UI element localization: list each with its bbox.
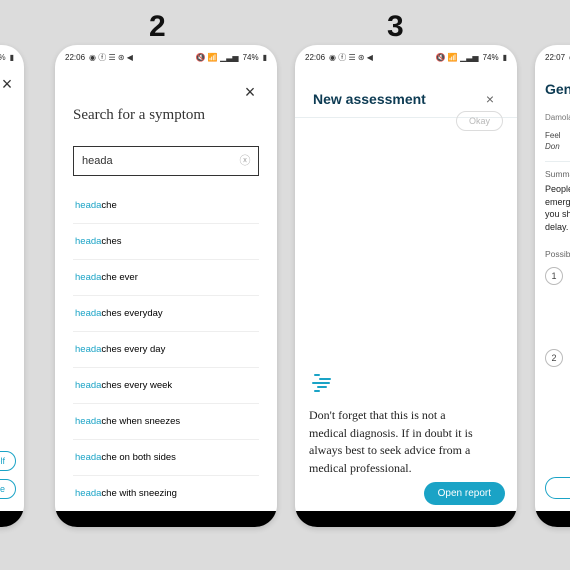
cause-1[interactable]: 1 — [545, 267, 563, 285]
status-icons-left: ◉ ⓕ ☰ ⊛ ◀ — [89, 52, 133, 63]
status-time: 22:06 — [65, 53, 85, 62]
suggestion-item[interactable]: headaches every week — [73, 368, 259, 404]
page-title: Search for a symptom — [73, 107, 259, 124]
phone-4: 22:07 ◉ Gene Damola Feel Don Summa Peopl… — [535, 45, 570, 527]
status-bar: 22:06 ◉ ⓕ ☰ ⊛ ◀ 🔇 📶 ▁▃▅ 74% ▮ — [55, 45, 277, 65]
android-nav — [55, 511, 277, 527]
status-bar: 22:07 ◉ — [535, 45, 570, 65]
search-input-container[interactable]: ⓧ — [73, 146, 259, 176]
summary-label: Summa — [545, 169, 570, 179]
close-icon[interactable]: × — [481, 92, 499, 106]
action-button[interactable] — [545, 477, 570, 499]
suggestion-item[interactable]: headaches every day — [73, 332, 259, 368]
line-don: Don — [545, 142, 560, 151]
battery-text: 74% — [483, 53, 499, 62]
panel-label-2: 2 — [149, 10, 166, 44]
suggestion-item[interactable]: headaches everyday — [73, 296, 259, 332]
battery-icon: ▮ — [10, 53, 14, 62]
divider — [545, 161, 570, 162]
suggestion-item[interactable]: headaches — [73, 224, 259, 260]
bot-text: Don't forget that this is not a medical … — [309, 407, 485, 477]
battery-text: 74% — [0, 53, 6, 62]
suggestion-item[interactable]: headache — [73, 188, 259, 224]
android-nav — [535, 511, 570, 527]
search-input[interactable] — [82, 155, 250, 167]
open-report-button[interactable]: Open report — [424, 482, 505, 505]
page-title: Gene — [545, 81, 570, 97]
summary-text: People emerge you sho delay. — [545, 183, 570, 233]
clear-icon[interactable]: ⓧ — [238, 154, 252, 168]
panel-label-3: 3 — [387, 10, 404, 44]
close-icon[interactable]: × — [241, 83, 259, 101]
battery-text: 74% — [243, 53, 259, 62]
bot-message: Don't forget that this is not a medical … — [309, 371, 485, 477]
status-icons-left: ◉ ⓕ ☰ ⊛ ◀ — [329, 52, 373, 63]
line-feel: Feel — [545, 131, 561, 140]
bot-icon — [309, 371, 335, 397]
status-icons-right: 🔇 📶 ▁▃▅ — [196, 53, 239, 62]
status-icons-right: 🔇 📶 ▁▃▅ — [436, 53, 479, 62]
suggestion-item[interactable]: headache when sneezes — [73, 404, 259, 440]
phone-3: 22:06 ◉ ⓕ ☰ ⊛ ◀ 🔇 📶 ▁▃▅ 74% ▮ New assess… — [295, 45, 517, 527]
page-title: New assessment — [313, 91, 426, 107]
choice-myself[interactable]: elf — [0, 451, 16, 471]
battery-icon: ▮ — [263, 53, 267, 62]
android-nav — [295, 511, 517, 527]
suggestion-item[interactable]: headache on both sides — [73, 440, 259, 476]
phone-2: 22:06 ◉ ⓕ ☰ ⊛ ◀ 🔇 📶 ▁▃▅ 74% ▮ × Search f… — [55, 45, 277, 527]
suggestion-list: headacheheadachesheadache everheadaches … — [73, 188, 259, 523]
suggestion-item[interactable]: headache with sneezing — [73, 476, 259, 512]
status-time: 22:07 — [545, 53, 565, 62]
phone-1: 74% ▮ × elf lse — [0, 45, 24, 527]
status-time: 22:06 — [305, 53, 325, 62]
patient-name: Damola — [545, 113, 570, 122]
possible-label: Possible — [545, 249, 570, 259]
battery-icon: ▮ — [503, 53, 507, 62]
status-bar: 22:06 ◉ ⓕ ☰ ⊛ ◀ 🔇 📶 ▁▃▅ 74% ▮ — [295, 45, 517, 65]
status-bar: 74% ▮ — [0, 45, 24, 65]
android-nav — [0, 511, 24, 527]
choice-someone-else[interactable]: lse — [0, 479, 16, 499]
suggestion-item[interactable]: headache ever — [73, 260, 259, 296]
close-icon[interactable]: × — [0, 75, 16, 93]
cause-2[interactable]: 2 — [545, 349, 563, 367]
